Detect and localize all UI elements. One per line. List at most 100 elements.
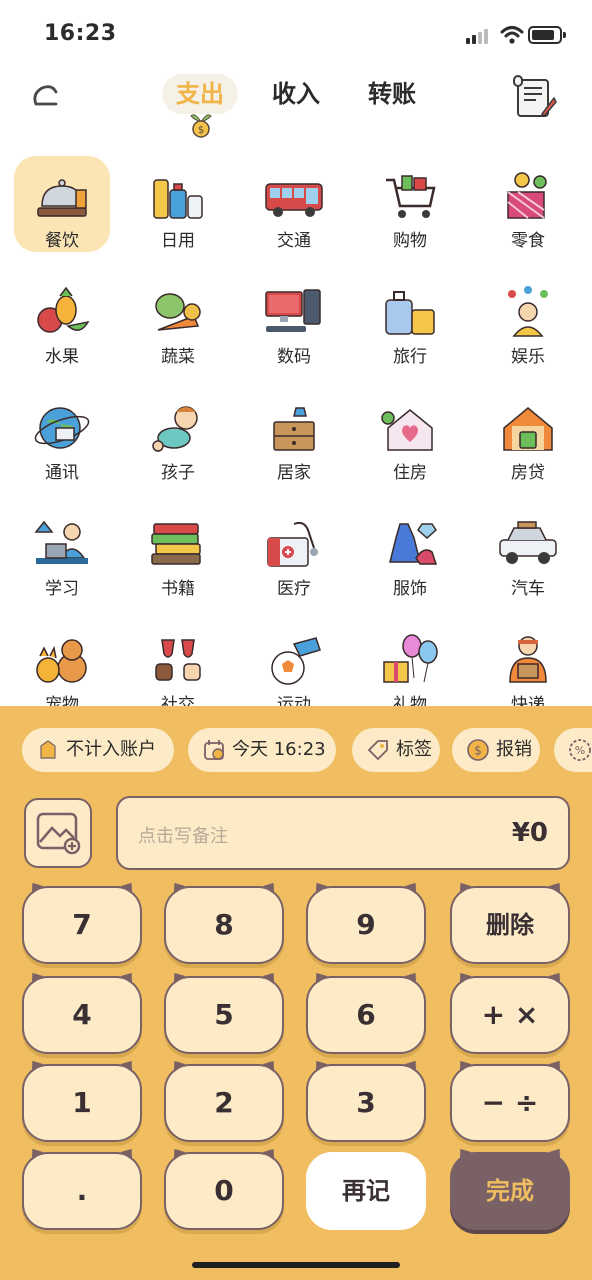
- wifi-icon: [500, 26, 524, 44]
- chip-tag[interactable]: 标签: [352, 728, 440, 772]
- chip-label: 不计入账户: [66, 739, 156, 760]
- category-label: 孩子: [161, 463, 195, 483]
- category-7[interactable]: 蔬菜: [130, 272, 226, 368]
- category-14[interactable]: 住房: [362, 388, 458, 484]
- category-16[interactable]: 学习: [14, 504, 110, 600]
- category-label: 零食: [511, 231, 545, 251]
- pets-icon: [36, 639, 87, 683]
- category-21[interactable]: 宠物: [14, 620, 110, 706]
- category-10[interactable]: 娱乐: [480, 272, 576, 368]
- category-4[interactable]: 购物: [362, 156, 458, 252]
- tab-income[interactable]: 收入: [266, 74, 326, 114]
- category-label: 宠物: [45, 695, 79, 706]
- category-label: 服饰: [393, 579, 427, 599]
- globe-mail-icon: [34, 407, 90, 449]
- car-icon: [499, 521, 557, 564]
- category-19[interactable]: 服饰: [362, 504, 458, 600]
- category-18[interactable]: 医疗: [246, 504, 342, 600]
- key-6[interactable]: 6: [306, 976, 426, 1054]
- add-photo-button[interactable]: [24, 798, 92, 868]
- category-22[interactable]: 社交: [130, 620, 226, 706]
- chip-label: 标签: [396, 739, 432, 760]
- category-2[interactable]: 日用: [130, 156, 226, 252]
- calendar-icon: [204, 740, 224, 760]
- category-17[interactable]: 书籍: [130, 504, 226, 600]
- wallet-icon: [40, 740, 56, 759]
- student-laptop-icon: [34, 520, 88, 564]
- key-7[interactable]: 7: [22, 886, 142, 964]
- chip-discount[interactable]: %: [554, 728, 592, 772]
- category-5[interactable]: 零食: [480, 156, 576, 252]
- key-5[interactable]: 5: [164, 976, 284, 1054]
- category-label: 快递: [511, 695, 545, 706]
- category-label: 学习: [45, 579, 79, 599]
- svg-text:$: $: [198, 125, 204, 136]
- delete-button[interactable]: 删除: [450, 886, 570, 964]
- category-15[interactable]: 房贷: [480, 388, 576, 484]
- key-2[interactable]: 2: [164, 1064, 284, 1142]
- chip-calendar[interactable]: 今天 16:23: [188, 728, 336, 772]
- chip-wallet[interactable]: 不计入账户: [22, 728, 174, 772]
- category-label: 数码: [277, 347, 311, 367]
- category-1[interactable]: 餐饮: [14, 156, 110, 252]
- key-0[interactable]: 0: [164, 1152, 284, 1230]
- category-8[interactable]: 数码: [246, 272, 342, 368]
- svg-text:$: $: [474, 744, 482, 758]
- plus-multiply-button[interactable]: + ×: [450, 976, 570, 1054]
- save-and-next-button[interactable]: 再记: [306, 1152, 426, 1230]
- tab-expense[interactable]: 支出: [162, 74, 238, 114]
- category-12[interactable]: 孩子: [130, 388, 226, 484]
- dress-icon: [389, 523, 438, 565]
- coin-icon: $: [467, 739, 489, 761]
- category-label: 通讯: [45, 463, 79, 483]
- minus-divide-button[interactable]: − ÷: [450, 1064, 570, 1142]
- key-8[interactable]: 8: [164, 886, 284, 964]
- note-placeholder: 点击写备注: [138, 826, 228, 847]
- category-3[interactable]: 交通: [246, 156, 342, 252]
- cheers-icon: [155, 639, 201, 681]
- discount-icon: %: [569, 739, 591, 761]
- home-indicator: [192, 1262, 400, 1268]
- category-6[interactable]: 水果: [14, 272, 110, 368]
- key-4[interactable]: 4: [22, 976, 142, 1054]
- category-20[interactable]: 汽车: [480, 504, 576, 600]
- courier-icon: [509, 636, 547, 683]
- category-grid: 餐饮 日用 交通 购物 零食水果 蔬菜 数码 旅行 娱乐通讯 孩子 居家 住房 房贷学习 书籍 医疗 服饰 汽车…: [0, 150, 592, 706]
- computer-icon: [265, 289, 321, 332]
- key-dot[interactable]: .: [22, 1152, 142, 1230]
- category-label: 书籍: [161, 579, 195, 599]
- category-label: 旅行: [393, 347, 427, 367]
- cloche-icon: [37, 179, 87, 217]
- category-11[interactable]: 通讯: [14, 388, 110, 484]
- medical-kit-icon: [267, 521, 318, 567]
- undo-icon[interactable]: [28, 78, 62, 112]
- bill-scroll-icon[interactable]: [512, 74, 558, 122]
- category-24[interactable]: 礼物: [362, 620, 458, 706]
- baby-icon: [152, 406, 198, 452]
- chip-coin[interactable]: $ 报销: [452, 728, 540, 772]
- juggler-icon: [508, 286, 548, 337]
- key-3[interactable]: 3: [306, 1064, 426, 1142]
- money-sprout-icon: $: [190, 114, 212, 138]
- category-label: 蔬菜: [161, 347, 195, 367]
- category-label: 娱乐: [511, 347, 545, 367]
- category-label: 住房: [393, 463, 427, 483]
- cellular-signal-icon: [466, 28, 492, 44]
- key-1[interactable]: 1: [22, 1064, 142, 1142]
- done-button[interactable]: 完成: [450, 1152, 570, 1230]
- category-9[interactable]: 旅行: [362, 272, 458, 368]
- nightstand-icon: [273, 407, 315, 451]
- category-25[interactable]: 快递: [480, 620, 576, 706]
- fruit-icon: [37, 286, 90, 333]
- category-23[interactable]: 运动: [246, 620, 342, 706]
- category-label: 居家: [277, 463, 311, 483]
- category-label: 房贷: [511, 463, 545, 483]
- add-image-icon: [36, 812, 81, 855]
- tab-transfer[interactable]: 转账: [362, 74, 422, 114]
- category-label: 运动: [277, 695, 311, 706]
- chip-label: 今天 16:23: [232, 739, 326, 760]
- status-bar: 16:23: [0, 0, 592, 70]
- key-9[interactable]: 9: [306, 886, 426, 964]
- category-13[interactable]: 居家: [246, 388, 342, 484]
- note-input[interactable]: 点击写备注 ¥0: [116, 796, 570, 870]
